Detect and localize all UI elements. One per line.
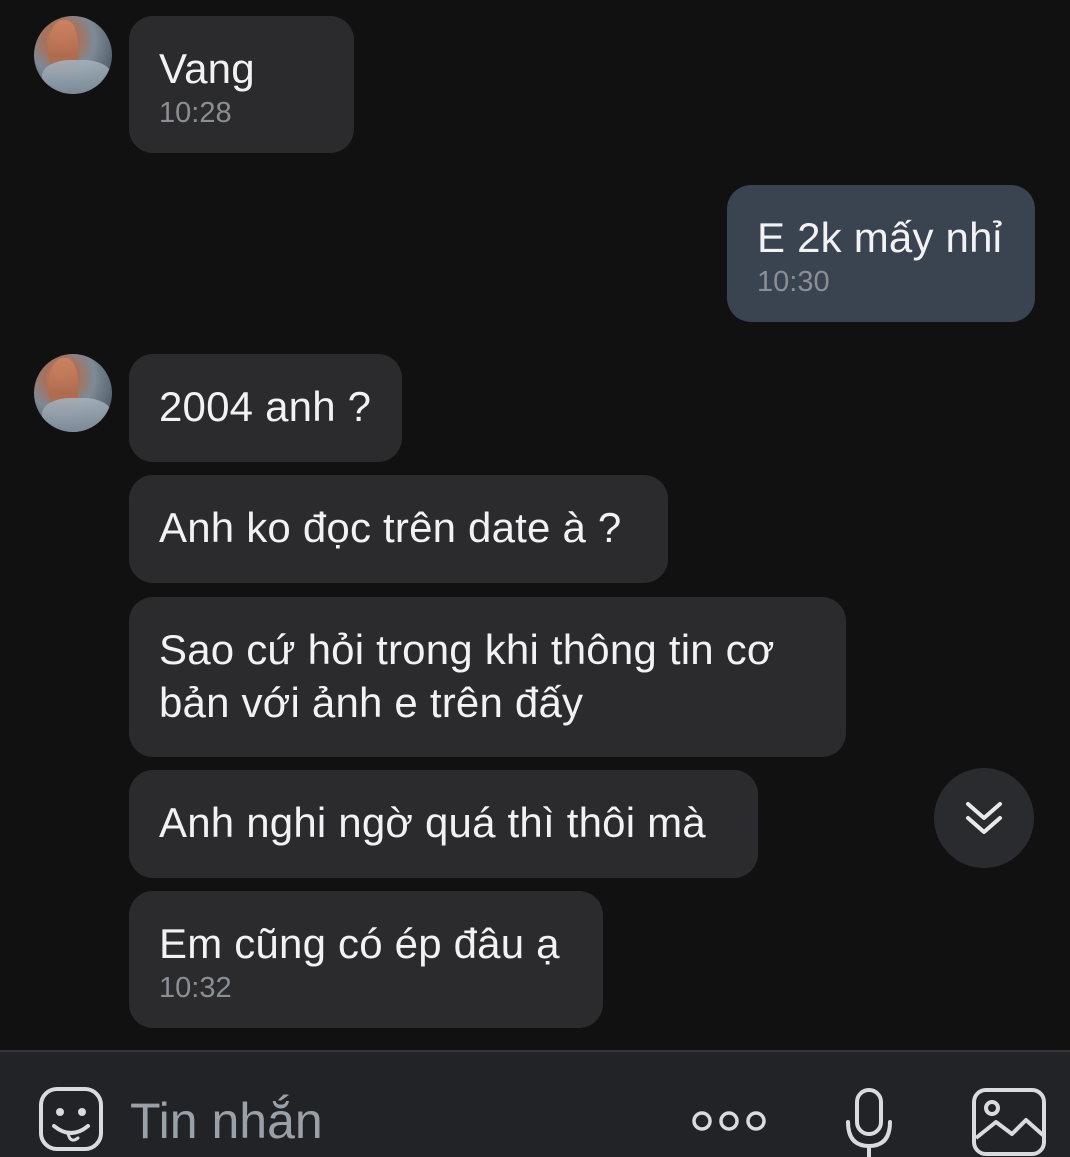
scroll-to-bottom-button[interactable] (934, 768, 1034, 868)
message-time: 10:32 (159, 972, 232, 1004)
message-composer: Tin nhắn (0, 1050, 1070, 1157)
sticker-icon[interactable] (38, 1086, 104, 1152)
message-text: Em cũng có ép đâu ạ (159, 920, 560, 967)
message-bubble-outgoing[interactable]: E 2k mấy nhỉ 10:30 (727, 185, 1035, 322)
message-text: Vang (159, 45, 255, 92)
message-text: Anh ko đọc trên date à ? (159, 504, 622, 551)
contact-avatar[interactable] (34, 16, 112, 94)
microphone-icon[interactable] (842, 1086, 896, 1157)
avatar-shirt (42, 60, 112, 94)
message-bubble-incoming[interactable]: Em cũng có ép đâu ạ 10:32 (129, 891, 603, 1028)
chat-screen: Vang 10:28 E 2k mấy nhỉ 10:30 2004 anh ?… (0, 0, 1070, 1157)
message-text: E 2k mấy nhỉ (757, 214, 1003, 261)
message-text-line-2: bản với ảnh e trên đấy (159, 679, 584, 726)
message-time: 10:30 (757, 266, 830, 298)
double-chevron-down-icon (966, 802, 1002, 834)
image-icon[interactable] (970, 1084, 1048, 1157)
message-text: Anh nghi ngờ quá thì thôi mà (159, 799, 706, 846)
message-text-line-1: Sao cứ hỏi trong khi thông tin cơ (159, 626, 775, 673)
message-bubble-incoming[interactable]: Vang 10:28 (129, 16, 354, 153)
message-list[interactable]: Vang 10:28 E 2k mấy nhỉ 10:30 2004 anh ?… (0, 0, 1070, 1050)
message-text: 2004 anh ? (159, 383, 372, 430)
contact-avatar[interactable] (34, 354, 112, 432)
message-bubble-incoming[interactable]: Sao cứ hỏi trong khi thông tin cơ bản vớ… (129, 597, 846, 757)
message-time: 10:28 (159, 97, 232, 129)
more-icon[interactable] (690, 1104, 768, 1138)
message-bubble-incoming[interactable]: Anh ko đọc trên date à ? (129, 475, 668, 583)
message-input[interactable]: Tin nhắn (130, 1092, 323, 1150)
message-bubble-incoming[interactable]: Anh nghi ngờ quá thì thôi mà (129, 770, 758, 878)
message-bubble-incoming[interactable]: 2004 anh ? (129, 354, 402, 462)
avatar-shirt (42, 398, 112, 432)
